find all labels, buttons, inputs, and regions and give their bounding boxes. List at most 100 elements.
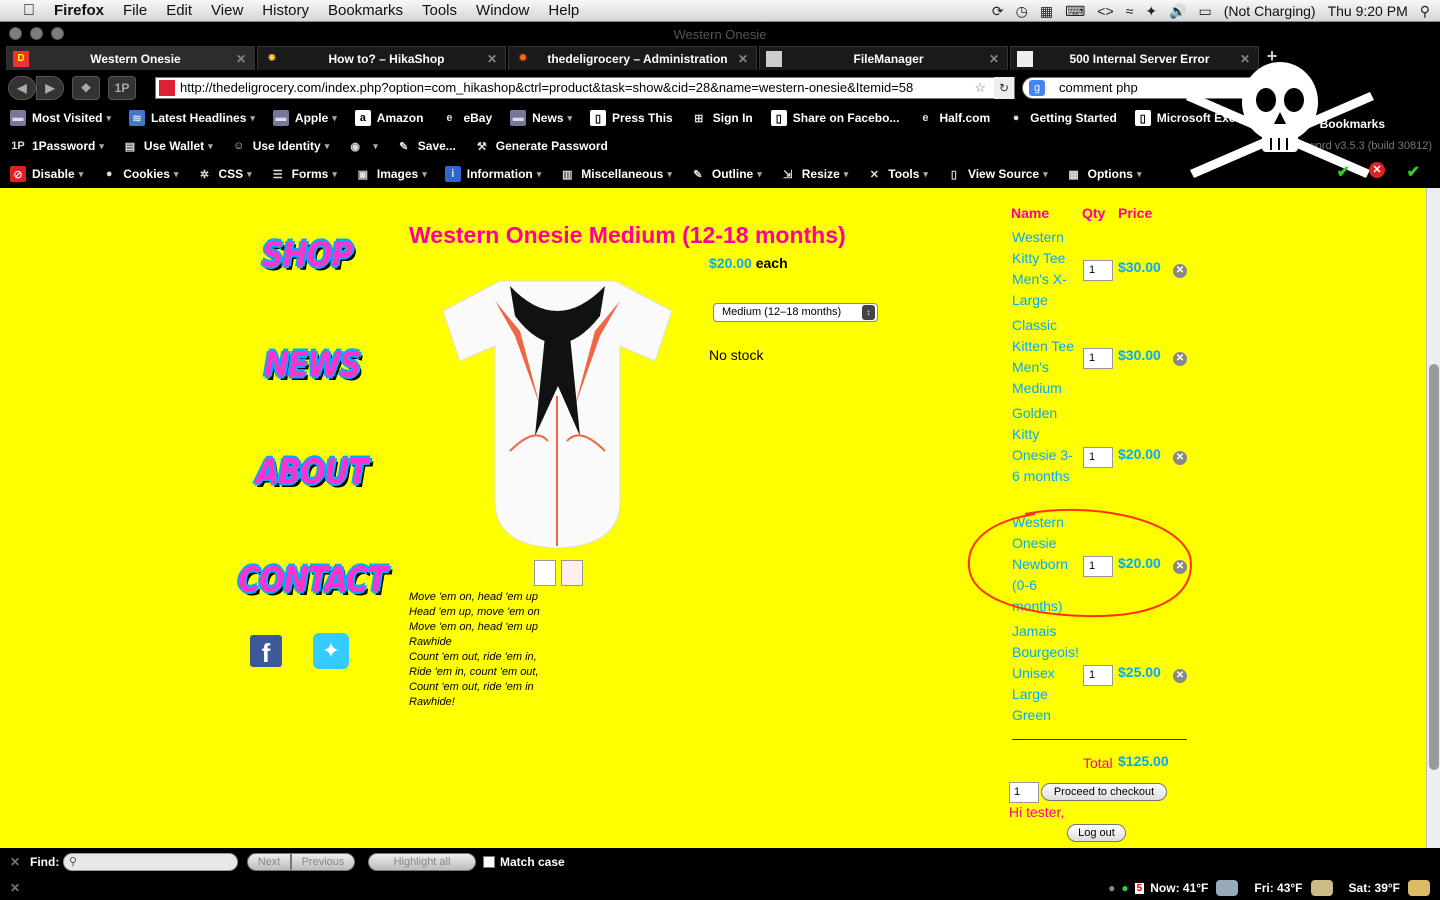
webdev-item[interactable]: ✕ Tools ▾ — [866, 166, 928, 182]
webdev-item[interactable]: ▯ View Source ▾ — [946, 166, 1048, 182]
code-icon[interactable]: <> — [1097, 3, 1113, 19]
bookmarks-item[interactable]: ▬ Apple ▾ — [272, 110, 337, 126]
webdev-item[interactable]: ● Cookies ▾ — [101, 166, 179, 182]
webdev-item[interactable]: ✎ Outline ▾ — [690, 166, 761, 182]
bookmarks-item[interactable]: ▬ Most Visited ▾ — [10, 110, 111, 126]
calendar-icon[interactable]: 5 — [1134, 882, 1145, 894]
cart-item-name[interactable]: Golden Kitty Onesie 3-6 months — [1012, 403, 1080, 487]
check-icon[interactable]: ✔ — [1337, 162, 1350, 182]
thumbnail-front[interactable] — [534, 560, 556, 586]
menu-help[interactable]: Help — [548, 2, 579, 19]
new-tab-button[interactable]: + — [1261, 46, 1283, 68]
onepassword-item[interactable]: 1P 1Password ▾ — [10, 138, 104, 154]
menu-window[interactable]: Window — [476, 2, 529, 19]
menu-view[interactable]: View — [211, 2, 243, 19]
url-bar[interactable]: http://thedeligrocery.com/index.php?opti… — [155, 77, 1015, 99]
volume-icon[interactable]: 🔊 — [1169, 3, 1186, 20]
onepassword-item[interactable]: ☺ Use Identity ▾ — [231, 138, 329, 154]
bookmark-star-icon[interactable]: ☆ — [974, 78, 986, 98]
onepassword-item[interactable]: ⚒ Generate Password — [474, 138, 608, 154]
validate-icon[interactable]: ✔ — [1407, 162, 1420, 182]
cart-item-name[interactable]: Classic Kitten Tee Men's Medium — [1012, 315, 1080, 399]
spotlight-icon[interactable]: ⚲ — [1420, 3, 1430, 20]
reload-icon[interactable]: ↻ — [994, 77, 1014, 99]
keyboard-icon[interactable]: ⌨ — [1065, 3, 1085, 20]
find-previous-button[interactable]: Previous — [291, 853, 355, 871]
menu-bookmarks[interactable]: Bookmarks — [328, 2, 403, 19]
battery-status[interactable]: (Not Charging) — [1224, 3, 1316, 19]
cart-item-name[interactable]: Jamais Bourgeois! Unisex Large Green — [1012, 621, 1080, 726]
tab-administration[interactable]: ✹ thedeligrocery – Administration ✕ — [508, 46, 757, 70]
webdev-item[interactable]: ☰ Forms ▾ — [270, 166, 337, 182]
bookmarks-item[interactable]: e Half.com — [917, 110, 990, 126]
checkbox-box[interactable] — [483, 856, 495, 868]
onepassword-item[interactable]: ◉ ▾ — [347, 138, 377, 154]
addon-icon[interactable]: ● — [1108, 881, 1115, 895]
webdev-item[interactable]: ✲ CSS ▾ — [196, 166, 252, 182]
google-icon[interactable]: g — [1029, 80, 1045, 96]
menu-tools[interactable]: Tools — [422, 2, 457, 19]
close-tab-icon[interactable]: ✕ — [987, 52, 1001, 66]
close-tab-icon[interactable]: ✕ — [736, 52, 750, 66]
facebook-icon[interactable]: f — [250, 635, 282, 668]
battery-icon[interactable]: ▭ — [1199, 3, 1212, 20]
bookmarks-item[interactable]: ▯ Press This — [590, 110, 673, 126]
webdev-item[interactable]: ▣ Images ▾ — [355, 166, 427, 182]
cart-item-name[interactable]: Western Onesie Newborn (0-6 months) — [1012, 512, 1080, 617]
cart-item-qty[interactable]: 1 — [1083, 447, 1113, 468]
bookmarks-item[interactable]: ⊞ Sign In — [691, 110, 753, 126]
onepassword-item[interactable]: ▤ Use Wallet ▾ — [122, 138, 213, 154]
remove-item-icon[interactable]: ✕ — [1173, 451, 1187, 465]
proceed-checkout-button[interactable]: Proceed to checkout — [1041, 783, 1167, 801]
menu-app[interactable]: Firefox — [54, 2, 104, 19]
bookmarks-item[interactable]: ● Getting Started — [1008, 110, 1117, 126]
menu-edit[interactable]: Edit — [166, 2, 192, 19]
remove-item-icon[interactable]: ✕ — [1173, 560, 1187, 574]
bookmarks-menu[interactable]: Bookmarks — [1320, 117, 1385, 131]
time-machine-icon[interactable]: ◷ — [1016, 3, 1028, 20]
spaces-icon[interactable]: ▦ — [1040, 3, 1053, 20]
menu-history[interactable]: History — [262, 2, 309, 19]
error-icon[interactable]: ✕ — [1369, 162, 1385, 178]
webdev-item[interactable]: ⇲ Resize ▾ — [780, 166, 848, 182]
logout-button[interactable]: Log out — [1067, 824, 1126, 842]
tab-server-error[interactable]: 500 Internal Server Error ✕ — [1010, 46, 1259, 70]
back-button[interactable]: ◀ — [8, 76, 36, 100]
remove-item-icon[interactable]: ✕ — [1173, 669, 1187, 683]
bookmarks-item[interactable]: ▯ Share on Facebo... — [770, 110, 899, 126]
find-next-button[interactable]: Next — [247, 853, 291, 871]
bookmarks-item[interactable]: ▬ News ▾ — [510, 110, 572, 126]
cart-item-qty[interactable]: 1 — [1083, 665, 1113, 686]
remove-item-icon[interactable]: ✕ — [1173, 352, 1187, 366]
twitter-icon[interactable]: ✦ — [313, 633, 349, 669]
nav-news[interactable]: NEWS — [264, 345, 361, 385]
tab-hikashop[interactable]: ✸ How to? – HikaShop ✕ — [257, 46, 506, 70]
apple-icon[interactable]:  — [18, 2, 40, 20]
wifi-icon[interactable]: ≈ — [1126, 3, 1134, 19]
home-button[interactable]: ❖ — [72, 76, 100, 100]
onepassword-item[interactable]: ✎ Save... — [396, 138, 456, 154]
nav-contact[interactable]: CONTACT — [238, 560, 388, 600]
cart-item-name[interactable]: Western Kitty Tee Men's X-Large — [1012, 227, 1080, 311]
find-input[interactable]: ⚲ — [63, 853, 238, 871]
tab-western-onesie[interactable]: D Western Onesie ✕ — [6, 46, 255, 70]
webdev-item[interactable]: i Information ▾ — [444, 166, 541, 182]
close-tab-icon[interactable]: ✕ — [1238, 52, 1252, 66]
sync-icon[interactable]: ⟳ — [992, 3, 1004, 20]
webdev-item[interactable]: ▦ Options ▾ — [1066, 166, 1141, 182]
highlight-all-button[interactable]: Highlight all — [368, 853, 476, 871]
thumbnail-back[interactable] — [561, 560, 583, 586]
menu-file[interactable]: File — [123, 2, 147, 19]
green-status-icon[interactable]: ● — [1121, 881, 1128, 895]
close-status-icon[interactable]: ✕ — [10, 881, 20, 895]
remove-item-icon[interactable]: ✕ — [1173, 264, 1187, 278]
nav-about[interactable]: ABOUT — [256, 452, 368, 492]
close-find-icon[interactable]: ✕ — [10, 855, 30, 869]
webdev-item[interactable]: ▥ Miscellaneous ▾ — [559, 166, 672, 182]
vertical-scrollbar[interactable] — [1426, 188, 1440, 848]
1password-button[interactable]: 1P — [108, 76, 136, 100]
cart-item-qty[interactable]: 1 — [1083, 348, 1113, 369]
scrollbar-thumb[interactable] — [1429, 364, 1439, 770]
nav-shop[interactable]: SHOP — [262, 235, 353, 275]
checkout-qty-input[interactable]: 1 — [1009, 782, 1039, 803]
